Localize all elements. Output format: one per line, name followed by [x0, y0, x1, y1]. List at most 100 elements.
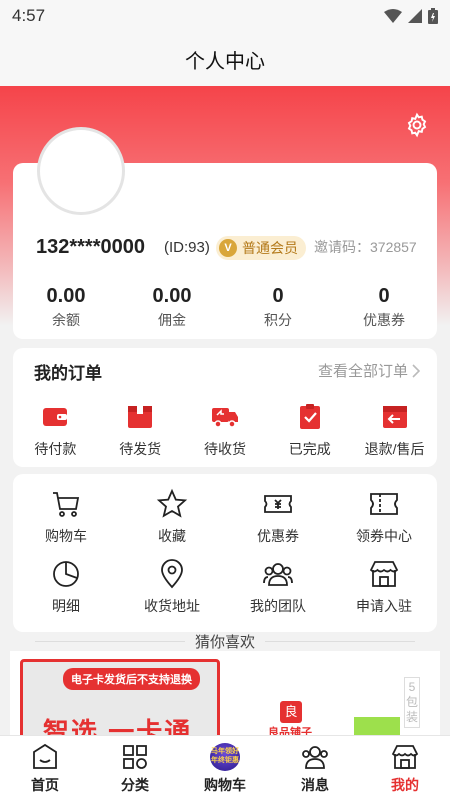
order-item-label: 已完成 [288, 441, 331, 457]
invite-code: 邀请码：372857 [314, 239, 417, 255]
tools-grid: 购物车 收藏 优惠券 领券中心 明细 收货地址 我的团队 申请入驻 [13, 488, 437, 616]
battery-icon [428, 8, 438, 24]
tool-coupon-center[interactable]: 领券中心 [331, 488, 437, 546]
bottom-tab-bar: 首页 分类 马年领好 年终钜惠 购物车 消息 我的 [0, 735, 450, 800]
chevron-right-icon [412, 363, 420, 378]
message-icon [302, 746, 328, 769]
order-item-label: 退款/售后 [364, 441, 425, 457]
wallet-icon [43, 408, 68, 426]
page-header: 个人中心 [0, 32, 450, 86]
pie-chart-icon [53, 561, 79, 587]
clipboard-check-icon [299, 404, 320, 429]
view-all-orders-link[interactable]: 查看全部订单 [318, 360, 420, 381]
tab-home[interactable]: 首页 [0, 736, 90, 800]
status-icons [384, 8, 438, 24]
stat-value: 0.00 [152, 285, 192, 307]
my-shop-icon [391, 745, 419, 769]
tab-messages[interactable]: 消息 [270, 736, 360, 800]
tab-cart[interactable]: 马年领好 年终钜惠 购物车 [180, 736, 270, 800]
stat-label: 积分 [264, 312, 292, 328]
tab-category[interactable]: 分类 [90, 736, 180, 800]
member-level-label: 普通会员 [242, 240, 298, 256]
stat-points[interactable]: 0 积分 [225, 285, 331, 330]
ticket-center-icon [370, 493, 398, 515]
tool-apply-merchant[interactable]: 申请入驻 [331, 558, 437, 616]
member-level-badge[interactable]: V 普通会员 [216, 236, 306, 260]
tool-label: 明细 [52, 598, 80, 614]
tool-coupons[interactable]: 优惠券 [225, 488, 331, 546]
tool-label: 购物车 [45, 528, 87, 544]
order-item-label: 待付款 [34, 441, 77, 457]
tab-label: 分类 [121, 777, 149, 793]
shop-name: 良品铺子 [268, 727, 312, 735]
tool-team[interactable]: 我的团队 [225, 558, 331, 616]
status-time: 4:57 [12, 6, 46, 25]
shop-icon [369, 561, 399, 587]
product-feed: 电子卡发货后不支持退换 智选 一卡通 良 良品铺子 5包装 [10, 651, 440, 735]
product-side-tag: 5包装 [404, 677, 420, 728]
wifi-icon [384, 9, 402, 23]
category-icon [123, 745, 147, 769]
view-all-orders-label: 查看全部订单 [317, 363, 408, 380]
order-completed[interactable]: 已完成 [267, 402, 352, 459]
divider-line [34, 641, 185, 642]
stat-label: 佣金 [158, 312, 186, 328]
account-stats: 0.00 余额 0.00 佣金 0 积分 0 优惠券 [13, 285, 437, 330]
stat-label: 余额 [52, 312, 80, 328]
location-icon [161, 559, 183, 589]
product-image[interactable] [354, 717, 400, 735]
stat-balance[interactable]: 0.00 余额 [13, 285, 119, 330]
tab-my[interactable]: 我的 [360, 736, 450, 800]
tool-label: 优惠券 [257, 528, 299, 544]
status-bar: 4:57 [0, 0, 450, 32]
tab-label: 首页 [31, 777, 59, 793]
star-icon [156, 488, 188, 518]
order-pending-payment[interactable]: 待付款 [13, 402, 98, 459]
tab-label: 我的 [391, 777, 419, 793]
stat-value: 0 [272, 285, 284, 307]
guess-you-like-title: 猜你喜欢 [194, 634, 255, 651]
stat-label: 优惠券 [363, 312, 405, 328]
tool-cart[interactable]: 购物车 [13, 488, 119, 546]
page-title: 个人中心 [185, 50, 265, 73]
order-item-label: 待收货 [203, 441, 246, 457]
user-id: (ID:93) [164, 239, 210, 256]
tool-label: 收货地址 [144, 598, 200, 614]
divider-line [265, 641, 415, 642]
home-icon [33, 743, 57, 769]
tool-label: 我的团队 [250, 598, 306, 614]
user-phone: 132****0000 [36, 236, 145, 258]
guess-you-like-divider: 猜你喜欢 [0, 631, 450, 652]
promo-title: 智选 一卡通 [43, 717, 193, 735]
tool-address[interactable]: 收货地址 [119, 558, 225, 616]
tab-label: 购物车 [204, 777, 246, 793]
tool-label: 收藏 [158, 528, 186, 544]
coupon-icon [264, 495, 292, 513]
shop-logo-icon[interactable]: 良 [280, 701, 302, 723]
tab-label: 消息 [301, 777, 329, 793]
product-card-promo[interactable]: 电子卡发货后不支持退换 智选 一卡通 [20, 659, 220, 735]
box-icon [128, 406, 153, 428]
avatar[interactable] [37, 127, 125, 215]
cart-promo-icon: 马年领好 年终钜惠 [210, 743, 240, 771]
order-status-row: 待付款 待发货 待收货 已完成 退款/售后 [13, 402, 437, 459]
tool-details[interactable]: 明细 [13, 558, 119, 616]
signal-icon [408, 9, 422, 23]
order-refund[interactable]: 退款/售后 [352, 402, 437, 459]
refund-icon [382, 406, 407, 428]
order-item-label: 待发货 [119, 441, 162, 457]
stat-value: 0.00 [46, 285, 86, 307]
cart-icon [53, 492, 80, 517]
settings-gear-icon[interactable] [404, 112, 430, 138]
stat-coupons[interactable]: 0 优惠券 [331, 285, 437, 330]
team-icon [263, 563, 293, 586]
order-pending-receipt[interactable]: 待收货 [183, 402, 268, 459]
tool-favorites[interactable]: 收藏 [119, 488, 225, 546]
tool-label: 申请入驻 [356, 598, 412, 614]
promo-banner-text: 电子卡发货后不支持退换 [63, 668, 200, 690]
truck-icon [211, 408, 238, 428]
stat-commission[interactable]: 0.00 佣金 [119, 285, 225, 330]
tool-label: 领券中心 [356, 528, 412, 544]
orders-title: 我的订单 [34, 364, 102, 383]
order-pending-shipment[interactable]: 待发货 [98, 402, 183, 459]
